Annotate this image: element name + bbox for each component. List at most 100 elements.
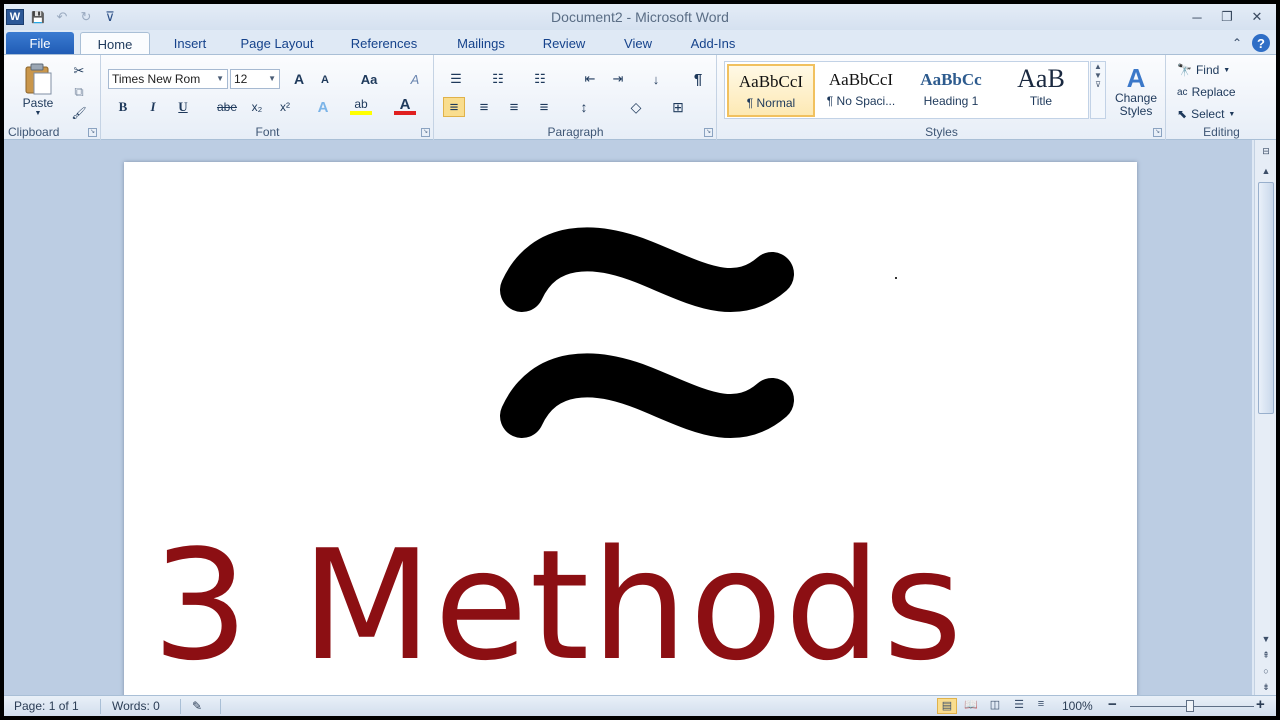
zoom-out-icon[interactable]: −: [1108, 696, 1117, 713]
zoom-in-icon[interactable]: +: [1256, 696, 1265, 713]
restore-button[interactable]: ❐: [1214, 7, 1240, 27]
stray-mark: [895, 277, 897, 279]
bold-button[interactable]: B: [112, 97, 134, 117]
scroll-thumb[interactable]: [1258, 182, 1274, 414]
borders-icon[interactable]: ⊞: [667, 97, 689, 117]
align-left-button[interactable]: ≡: [443, 97, 465, 117]
document-area: 3 Methods: [4, 140, 1252, 716]
paragraph-launcher-icon[interactable]: ↘: [704, 128, 713, 137]
style-heading-1[interactable]: AaBbCc Heading 1: [907, 64, 995, 117]
strikethrough-button[interactable]: abe: [214, 97, 240, 117]
paste-button[interactable]: Paste ▼: [12, 59, 64, 119]
approx-equal-symbol: [500, 227, 794, 438]
italic-button[interactable]: I: [142, 97, 164, 117]
zoom-slider-thumb[interactable]: [1186, 700, 1194, 712]
multilevel-list-icon[interactable]: ☷: [529, 69, 551, 89]
print-layout-icon[interactable]: ▤: [937, 698, 957, 714]
clear-formatting-icon[interactable]: A: [404, 69, 426, 89]
style-normal[interactable]: AaBbCcI ¶ Normal: [727, 64, 815, 117]
font-size-combo[interactable]: 12 ▼: [230, 69, 280, 89]
page-count[interactable]: Page: 1 of 1: [14, 699, 79, 713]
help-icon[interactable]: ?: [1252, 34, 1270, 52]
zoom-level[interactable]: 100%: [1062, 699, 1093, 713]
proofing-icon[interactable]: ✎: [192, 699, 202, 713]
collapse-ribbon-icon[interactable]: ⌃: [1232, 36, 1242, 50]
font-launcher-icon[interactable]: ↘: [421, 128, 430, 137]
decrease-indent-icon[interactable]: ⇤: [579, 69, 601, 89]
close-button[interactable]: ✕: [1244, 7, 1270, 27]
methods-text: 3 Methods: [152, 517, 965, 694]
highlight-icon[interactable]: ab: [350, 97, 372, 115]
tab-review[interactable]: Review: [536, 32, 592, 55]
tab-page-layout[interactable]: Page Layout: [232, 32, 322, 55]
shading-icon[interactable]: ◇: [625, 97, 647, 117]
grow-font-icon[interactable]: A: [288, 69, 310, 89]
browse-object-icon[interactable]: ○: [1258, 666, 1274, 680]
align-right-button[interactable]: ≡: [503, 97, 525, 117]
tab-mailings[interactable]: Mailings: [448, 32, 514, 55]
vertical-scrollbar[interactable]: ⊟ ▲ ▼ ⇞ ○ ⇟: [1254, 140, 1276, 696]
paste-dropdown-icon[interactable]: ▼: [35, 110, 42, 117]
style-name: ¶ Normal: [746, 96, 796, 110]
next-page-icon[interactable]: ⇟: [1258, 682, 1274, 696]
web-layout-icon[interactable]: ◫: [985, 698, 1005, 714]
ruler-toggle-icon[interactable]: ⊟: [1258, 146, 1274, 160]
find-button[interactable]: 🔭 Find ▼: [1177, 61, 1230, 79]
tab-file[interactable]: File: [6, 32, 74, 55]
paragraph-group-label: Paragraph: [547, 125, 604, 139]
scroll-down-icon[interactable]: ▼: [1258, 634, 1274, 648]
style-no-spacing[interactable]: AaBbCcI ¶ No Spaci...: [817, 64, 905, 117]
numbering-icon[interactable]: ☷: [487, 69, 509, 89]
tab-home[interactable]: Home: [80, 32, 150, 55]
font-name-value: Times New Rom: [112, 72, 201, 86]
sort-icon[interactable]: ↓: [645, 69, 667, 89]
tab-add-ins[interactable]: Add-Ins: [682, 32, 744, 55]
minimize-button[interactable]: ─: [1184, 7, 1210, 27]
text-effects-icon[interactable]: A: [312, 97, 334, 117]
style-name: Heading 1: [923, 94, 979, 108]
style-preview: AaB: [1017, 64, 1065, 93]
word-window: W 💾 ↶ ↻ ⊽ Document2 - Microsoft Word ─ ❐…: [4, 4, 1276, 716]
clipboard-launcher-icon[interactable]: ↘: [88, 128, 97, 137]
copy-icon[interactable]: ⧉: [68, 82, 90, 102]
styles-launcher-icon[interactable]: ↘: [1153, 128, 1162, 137]
find-icon: 🔭: [1177, 63, 1192, 77]
full-screen-reading-icon[interactable]: 📖: [961, 698, 981, 714]
scroll-up-icon[interactable]: ▲: [1258, 166, 1274, 180]
tab-insert[interactable]: Insert: [164, 32, 216, 55]
word-count[interactable]: Words: 0: [112, 699, 160, 713]
replace-button[interactable]: ac Replace: [1177, 83, 1236, 101]
previous-page-icon[interactable]: ⇞: [1258, 650, 1274, 664]
font-name-combo[interactable]: Times New Rom ▼: [108, 69, 228, 89]
underline-button[interactable]: U: [172, 97, 194, 117]
center-button[interactable]: ≡: [473, 97, 495, 117]
paragraph-group: ☰ ☷ ☷ ⇤ ⇥ ↓ ¶ ≡ ≡ ≡ ≡ ↕ ◇ ⊞ Paragraph ↘: [435, 55, 717, 140]
subscript-button[interactable]: x₂: [246, 97, 268, 117]
styles-group-label: Styles: [925, 125, 958, 139]
outline-icon[interactable]: ☰: [1009, 698, 1029, 714]
cut-icon[interactable]: ✂: [68, 61, 90, 81]
styles-gallery-scroll[interactable]: ▲ ▼ ⊽: [1090, 61, 1106, 119]
increase-indent-icon[interactable]: ⇥: [607, 69, 629, 89]
justify-button[interactable]: ≡: [533, 97, 555, 117]
font-color-icon[interactable]: A: [394, 96, 416, 115]
style-name: ¶ No Spaci...: [826, 94, 896, 108]
draft-icon[interactable]: ≡: [1031, 698, 1051, 714]
paste-label: Paste: [22, 95, 54, 110]
format-painter-icon[interactable]: 🖌: [68, 103, 90, 123]
select-button[interactable]: ⬉ Select ▼: [1177, 105, 1235, 123]
line-spacing-icon[interactable]: ↕: [573, 97, 595, 117]
style-preview: AaBbCcI: [828, 70, 894, 89]
tab-view[interactable]: View: [616, 32, 660, 55]
tab-references[interactable]: References: [344, 32, 424, 55]
show-marks-icon[interactable]: ¶: [687, 69, 709, 89]
style-title[interactable]: AaB Title: [997, 64, 1085, 117]
bullets-icon[interactable]: ☰: [445, 69, 467, 89]
document-page[interactable]: 3 Methods: [124, 162, 1137, 716]
window-title: Document2 - Microsoft Word: [551, 9, 729, 25]
shrink-font-icon[interactable]: A: [314, 70, 336, 90]
replace-icon: ac: [1177, 86, 1188, 98]
change-case-button[interactable]: Aa: [354, 69, 384, 89]
change-styles-button[interactable]: A Change Styles: [1110, 61, 1162, 121]
superscript-button[interactable]: x²: [274, 97, 296, 117]
